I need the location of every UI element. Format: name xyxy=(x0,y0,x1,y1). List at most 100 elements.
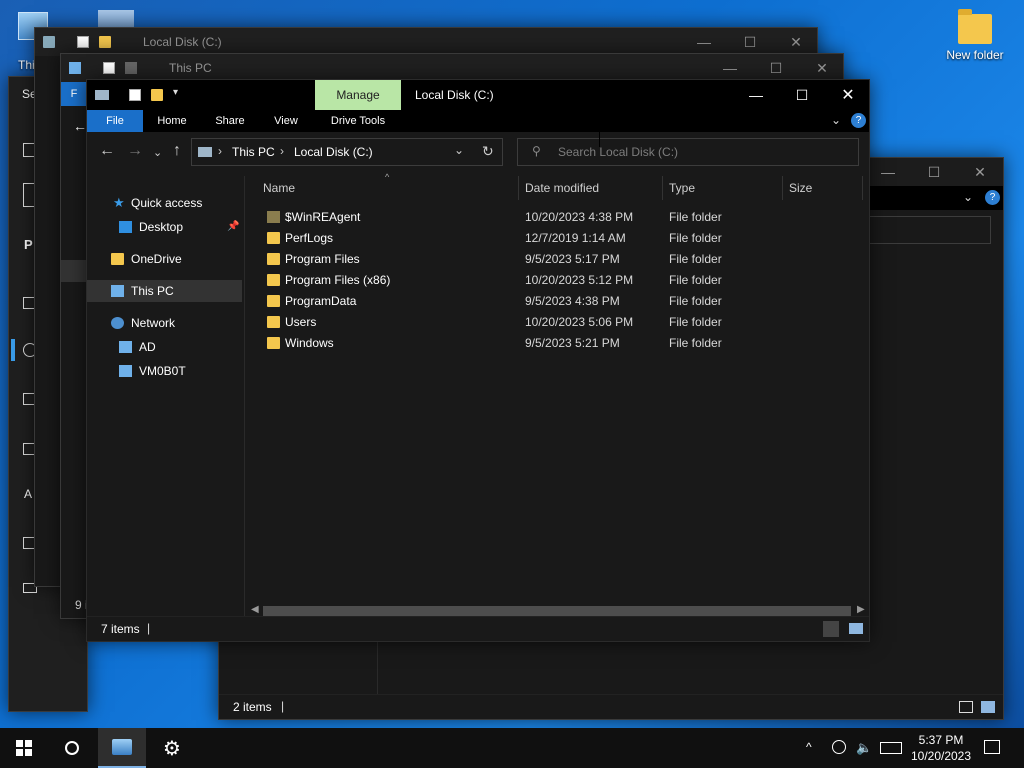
taskbar-file-explorer[interactable] xyxy=(98,728,146,768)
taskbar-settings[interactable]: ⚙ xyxy=(148,728,196,768)
close-button[interactable]: ✕ xyxy=(957,158,1003,186)
help-icon[interactable]: ? xyxy=(851,113,866,128)
desktop-icon-new-folder[interactable]: New folder xyxy=(937,6,1013,62)
scroll-right-icon[interactable]: ▶ xyxy=(857,604,865,615)
keyboard-icon[interactable] xyxy=(880,742,902,754)
minimize-button[interactable]: — xyxy=(733,80,779,110)
start-button[interactable] xyxy=(0,728,48,768)
minimize-button[interactable]: — xyxy=(865,158,911,186)
new-folder-icon[interactable] xyxy=(151,89,163,101)
refresh-icon[interactable]: ↻ xyxy=(482,143,494,160)
column-header-name[interactable]: Name xyxy=(263,176,295,200)
address-row: ← → ⌄ ↑ › This PC › Local Disk (C:) ⌄ ↻ … xyxy=(87,132,869,174)
close-button[interactable]: ✕ xyxy=(773,28,819,56)
tab-view[interactable]: View xyxy=(261,110,311,132)
nav-item-network[interactable]: Network xyxy=(87,312,242,334)
desktop-icon xyxy=(119,221,132,233)
minimize-button[interactable]: — xyxy=(681,28,727,56)
close-button[interactable]: ✕ xyxy=(825,80,871,110)
back-arrow-icon[interactable]: ← xyxy=(99,142,115,160)
help-icon[interactable]: ? xyxy=(985,190,1000,205)
details-view-icon[interactable] xyxy=(823,621,839,637)
properties-icon[interactable] xyxy=(77,36,89,48)
column-header-date-modified[interactable]: Date modified xyxy=(525,176,599,200)
customize-toolbar-icon[interactable]: ▾ xyxy=(173,87,178,98)
column-header-type[interactable]: Type xyxy=(669,176,695,200)
pin-icon[interactable]: 📌 xyxy=(227,216,239,238)
address-bar[interactable]: › This PC › Local Disk (C:) ⌄ ↻ xyxy=(191,138,503,166)
back-arrow-icon[interactable]: ← xyxy=(73,118,87,134)
new-folder-icon[interactable] xyxy=(125,62,137,74)
folder-icon xyxy=(111,253,124,265)
nav-item-ad[interactable]: AD xyxy=(87,336,242,358)
table-row[interactable]: $WinREAgent 10/20/2023 4:38 PM File fold… xyxy=(261,207,861,228)
clock-time: 5:37 PM xyxy=(918,733,964,747)
window-title: This PC xyxy=(169,61,212,75)
large-icons-view-icon[interactable] xyxy=(849,623,863,634)
nav-item-quick-access[interactable]: ★ Quick access xyxy=(87,192,242,214)
folder-icon xyxy=(267,253,280,265)
table-row[interactable]: PerfLogs 12/7/2019 1:14 AM File folder xyxy=(261,228,861,249)
file-tab[interactable]: F xyxy=(61,82,87,106)
item-count: 2 items xyxy=(233,700,272,714)
file-list: ^ Name Date modified Type Size $WinREAge… xyxy=(247,172,869,618)
table-row[interactable]: Windows 9/5/2023 5:21 PM File folder xyxy=(261,333,861,354)
title-bar[interactable]: ▾ Manage Local Disk (C:) — ☐ ✕ xyxy=(87,80,869,110)
table-row[interactable]: Program Files (x86) 10/20/2023 5:12 PM F… xyxy=(261,270,861,291)
chevron-down-icon[interactable]: ⌄ xyxy=(963,190,973,204)
tab-share[interactable]: Share xyxy=(205,110,255,132)
computer-icon xyxy=(111,285,124,297)
status-bar: 2 items | xyxy=(219,694,1003,719)
tab-file[interactable]: File xyxy=(87,110,143,132)
chevron-down-icon[interactable]: ⌄ xyxy=(831,113,841,127)
table-row[interactable]: ProgramData 9/5/2023 4:38 PM File folder xyxy=(261,291,861,312)
nav-item-this-pc[interactable]: This PC xyxy=(87,280,242,302)
table-row[interactable]: Users 10/20/2023 5:06 PM File folder xyxy=(261,312,861,333)
nav-item-desktop[interactable]: Desktop 📌 xyxy=(87,216,242,238)
scroll-left-icon[interactable]: ◀ xyxy=(251,604,259,615)
address-dropdown-icon[interactable]: ⌄ xyxy=(454,143,464,157)
clock[interactable]: 5:37 PM 10/20/2023 xyxy=(908,732,974,764)
tab-drive-tools[interactable]: Drive Tools xyxy=(319,110,397,132)
volume-muted-icon[interactable]: 🔈 xyxy=(856,740,872,756)
up-arrow-icon[interactable]: ↑ xyxy=(173,142,181,160)
nav-item-vm0b0t[interactable]: VM0B0T xyxy=(87,360,242,382)
table-row[interactable]: Program Files 9/5/2023 5:17 PM File fold… xyxy=(261,249,861,270)
sort-ascending-icon: ^ xyxy=(385,172,390,182)
desktop-icon-label: Thi xyxy=(18,58,35,72)
globe-icon[interactable] xyxy=(832,740,846,754)
tab-home[interactable]: Home xyxy=(147,110,197,132)
properties-icon[interactable] xyxy=(103,62,115,74)
forward-arrow-icon[interactable]: → xyxy=(127,142,143,160)
recent-locations-icon[interactable]: ⌄ xyxy=(153,146,162,159)
file-explorer-window[interactable]: ▾ Manage Local Disk (C:) — ☐ ✕ File Home… xyxy=(86,79,870,642)
section-label: P xyxy=(24,237,33,252)
maximize-button[interactable]: ☐ xyxy=(779,80,825,110)
show-hidden-icons[interactable]: ^ xyxy=(806,740,812,754)
maximize-button[interactable]: ☐ xyxy=(727,28,773,56)
computer-icon xyxy=(119,365,132,377)
new-folder-icon[interactable] xyxy=(99,36,111,48)
close-button[interactable]: ✕ xyxy=(799,54,845,82)
breadcrumb-this-pc[interactable]: This PC xyxy=(232,145,275,159)
scrollbar-thumb[interactable] xyxy=(263,606,851,616)
nav-item-onedrive[interactable]: OneDrive xyxy=(87,248,242,270)
details-view-icon[interactable] xyxy=(959,701,973,713)
notification-icon[interactable] xyxy=(984,740,1000,754)
search-button[interactable] xyxy=(48,728,96,768)
fonts-label: A xyxy=(24,487,33,501)
maximize-button[interactable]: ☐ xyxy=(911,158,957,186)
star-icon: ★ xyxy=(113,195,125,210)
maximize-button[interactable]: ☐ xyxy=(753,54,799,82)
search-input[interactable]: ⚲ Search Local Disk (C:) xyxy=(517,138,859,166)
properties-icon[interactable] xyxy=(129,89,141,101)
manage-tab[interactable]: Manage xyxy=(315,80,401,110)
status-bar: 7 items | xyxy=(87,616,869,641)
column-header-size[interactable]: Size xyxy=(789,176,812,200)
search-input[interactable] xyxy=(869,216,991,244)
large-icons-view-icon[interactable] xyxy=(981,701,995,713)
drive-icon xyxy=(43,36,55,48)
breadcrumb-local-disk[interactable]: Local Disk (C:) xyxy=(294,145,373,159)
drive-icon xyxy=(95,90,109,100)
minimize-button[interactable]: — xyxy=(707,54,753,82)
